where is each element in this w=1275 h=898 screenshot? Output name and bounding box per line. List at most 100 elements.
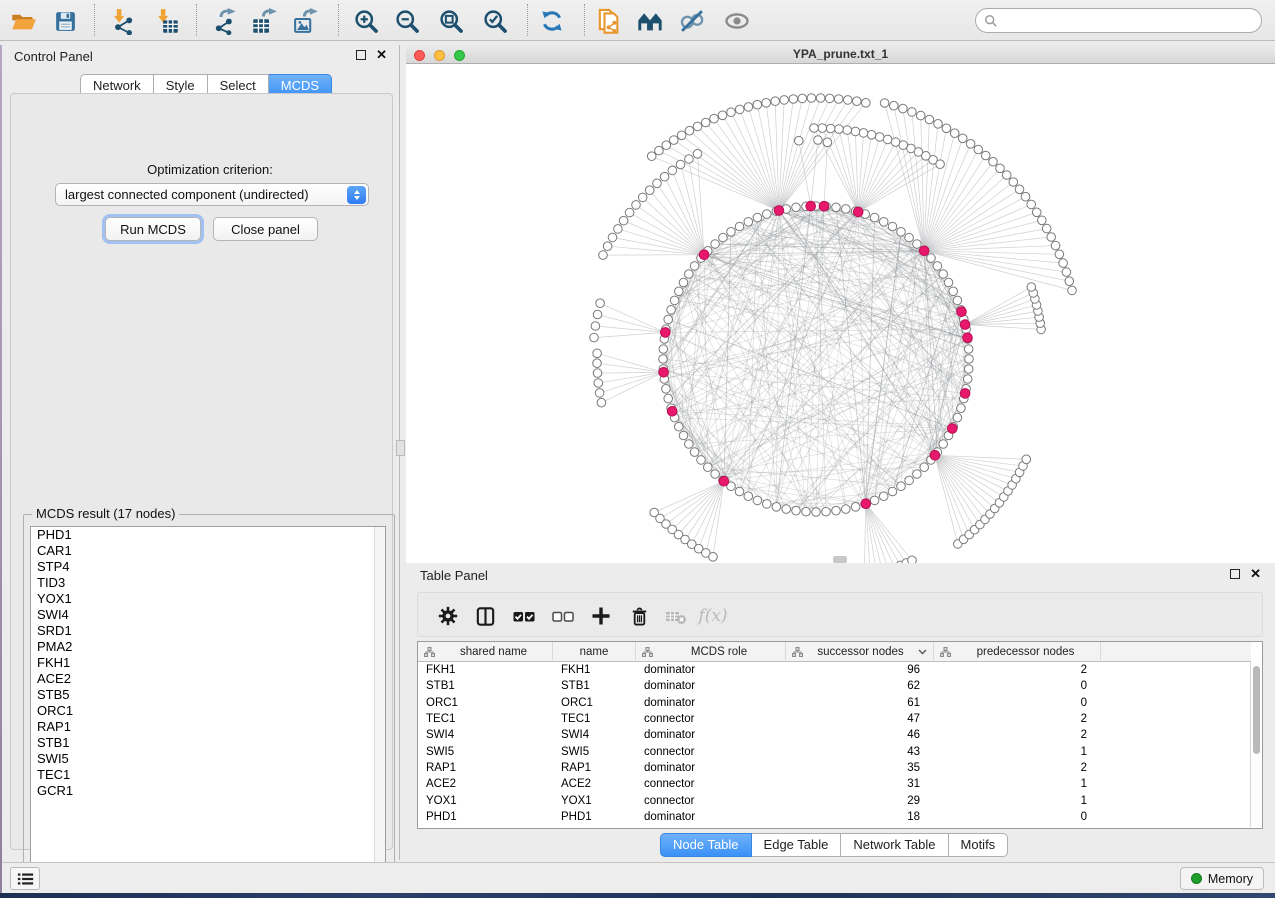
mcds-list-scrollbar[interactable]: [374, 527, 385, 876]
close-panel-icon[interactable]: ✕: [1250, 569, 1261, 579]
show-all-icon[interactable]: [721, 5, 753, 37]
import-table-icon[interactable]: [150, 5, 182, 37]
zoom-out-icon[interactable]: [391, 5, 423, 37]
table-cell: 31: [786, 778, 934, 790]
mcds-result-item[interactable]: STB5: [31, 687, 385, 703]
tab-node-table[interactable]: Node Table: [660, 833, 752, 857]
table-row[interactable]: YOX1YOX1connector291: [418, 792, 1250, 808]
table-cell: 0: [934, 680, 1101, 692]
create-column-plus-icon[interactable]: [586, 601, 616, 631]
mcds-result-item[interactable]: ORC1: [31, 703, 385, 719]
mcds-result-item[interactable]: TID3: [31, 575, 385, 591]
column-header-shared-name[interactable]: shared name: [418, 642, 553, 662]
clone-network-icon[interactable]: [592, 5, 624, 37]
table-cell: YOX1: [553, 795, 636, 807]
column-header-filler: [1101, 642, 1251, 662]
table-settings-gear-icon[interactable]: [433, 601, 463, 631]
table-row[interactable]: STB1STB1dominator620: [418, 678, 1250, 694]
main-toolbar: [0, 0, 1275, 41]
mcds-result-item[interactable]: CAR1: [31, 543, 385, 559]
memory-button[interactable]: Memory: [1180, 867, 1264, 890]
toolbar-separator: [527, 4, 528, 36]
mcds-result-item[interactable]: STB1: [31, 735, 385, 751]
table-cell: 18: [786, 811, 934, 823]
mcds-result-list[interactable]: PHD1CAR1STP4TID3YOX1SWI4SRD1PMA2FKH1ACE2…: [30, 526, 386, 877]
network-graph-canvas[interactable]: [406, 64, 1275, 563]
column-header-predecessor-nodes[interactable]: predecessor nodes: [934, 642, 1101, 662]
table-panel: Table Panel ✕ f(x) shared namenameMC: [406, 563, 1275, 860]
table-row[interactable]: SWI4SWI4dominator462: [418, 727, 1250, 743]
search-input[interactable]: [975, 8, 1262, 33]
table-cell: 2: [934, 729, 1101, 741]
select-all-icon[interactable]: [509, 601, 539, 631]
float-panel-icon[interactable]: [1230, 569, 1240, 579]
import-network-icon[interactable]: [106, 5, 138, 37]
table-cell: YOX1: [418, 795, 553, 807]
table-row[interactable]: TEC1TEC1connector472: [418, 711, 1250, 727]
mcds-result-item[interactable]: SWI4: [31, 607, 385, 623]
table-cell: ORC1: [418, 697, 553, 709]
float-panel-icon[interactable]: [356, 50, 366, 60]
show-columns-icon[interactable]: [470, 601, 500, 631]
tab-motifs[interactable]: Motifs: [949, 833, 1009, 857]
delete-column-trash-icon[interactable]: [624, 601, 654, 631]
mcds-result-item[interactable]: PMA2: [31, 639, 385, 655]
zoom-in-icon[interactable]: [350, 5, 382, 37]
tab-network-table[interactable]: Network Table: [841, 833, 948, 857]
hide-selected-icon[interactable]: [676, 5, 708, 37]
zoom-fit-icon[interactable]: [435, 5, 467, 37]
memory-label: Memory: [1208, 872, 1253, 886]
table-cell: 1: [934, 795, 1101, 807]
mcds-result-item[interactable]: ACE2: [31, 671, 385, 687]
table-cell: 0: [934, 811, 1101, 823]
table-row[interactable]: FKH1FKH1dominator962: [418, 662, 1250, 678]
close-panel-button[interactable]: Close panel: [213, 217, 318, 241]
table-row[interactable]: ACE2ACE2connector311: [418, 776, 1250, 792]
control-panel-title: Control Panel: [14, 49, 93, 64]
refresh-icon[interactable]: [536, 5, 568, 37]
mcds-result-item[interactable]: STP4: [31, 559, 385, 575]
table-cell: 61: [786, 697, 934, 709]
search-network-icon[interactable]: [634, 5, 666, 37]
export-image-icon[interactable]: [289, 5, 321, 37]
open-session-icon[interactable]: [7, 5, 39, 37]
mcds-result-item[interactable]: RAP1: [31, 719, 385, 735]
status-bar: Memory: [0, 862, 1275, 893]
column-header-successor-nodes[interactable]: successor nodes: [786, 642, 934, 662]
mcds-result-item[interactable]: PHD1: [31, 527, 385, 543]
mcds-result-item[interactable]: GCR1: [31, 783, 385, 799]
mcds-result-item[interactable]: SWI5: [31, 751, 385, 767]
task-history-button[interactable]: [10, 867, 40, 890]
table-row[interactable]: PHD1PHD1dominator180: [418, 809, 1250, 825]
criterion-select[interactable]: largest connected component (undirected): [55, 183, 369, 206]
table-cell: 1: [934, 746, 1101, 758]
tab-edge-table[interactable]: Edge Table: [752, 833, 842, 857]
export-table-icon[interactable]: [248, 5, 280, 37]
table-row[interactable]: RAP1RAP1dominator352: [418, 760, 1250, 776]
control-panel-window-controls: ✕: [356, 50, 387, 60]
mcds-result-item[interactable]: SRD1: [31, 623, 385, 639]
table-cell: FKH1: [553, 664, 636, 676]
function-builder-icon: f(x): [698, 601, 728, 631]
run-mcds-button[interactable]: Run MCDS: [105, 217, 201, 241]
close-panel-icon[interactable]: ✕: [376, 50, 387, 60]
mcds-result-item[interactable]: FKH1: [31, 655, 385, 671]
table-vscroll[interactable]: [1250, 662, 1262, 827]
search-icon: [984, 14, 998, 28]
deselect-all-icon[interactable]: [548, 601, 578, 631]
table-cell: 96: [786, 664, 934, 676]
table-cell: ACE2: [553, 778, 636, 790]
mcds-result-item[interactable]: YOX1: [31, 591, 385, 607]
column-header-name[interactable]: name: [553, 642, 636, 662]
network-hscroll-thumb[interactable]: [833, 556, 847, 563]
splitter-grip[interactable]: [396, 440, 405, 456]
column-header-MCDS-role[interactable]: MCDS role: [636, 642, 786, 662]
table-vscroll-thumb[interactable]: [1253, 666, 1260, 754]
table-row[interactable]: ORC1ORC1dominator610: [418, 695, 1250, 711]
table-panel-title: Table Panel: [420, 568, 488, 583]
zoom-selected-icon[interactable]: [479, 5, 511, 37]
save-session-icon[interactable]: [49, 5, 81, 37]
table-row[interactable]: SWI5SWI5connector431: [418, 743, 1250, 759]
export-network-icon[interactable]: [209, 5, 241, 37]
mcds-result-item[interactable]: TEC1: [31, 767, 385, 783]
